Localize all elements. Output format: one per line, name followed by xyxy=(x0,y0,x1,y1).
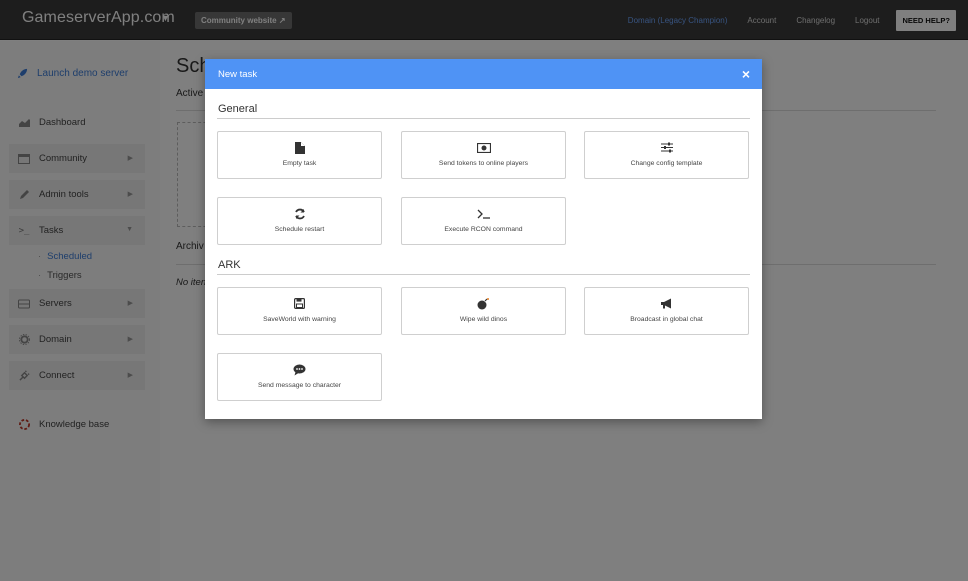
bomb-icon xyxy=(402,297,565,310)
close-icon[interactable]: × xyxy=(742,67,750,81)
task-tile-label: SaveWorld with warning xyxy=(263,316,336,323)
file-icon xyxy=(218,141,381,154)
bullhorn-icon xyxy=(585,297,748,310)
task-tile-empty[interactable]: Empty task xyxy=(217,131,382,179)
task-tile-label: Empty task xyxy=(282,160,317,167)
task-tile-saveworld[interactable]: SaveWorld with warning xyxy=(217,287,382,335)
task-tile-label: Send tokens to online players xyxy=(438,160,529,167)
terminal-icon xyxy=(402,207,565,220)
task-tile-label: Change config template xyxy=(630,160,703,167)
task-tile-label: Send message to character xyxy=(257,382,342,389)
task-tile-broadcast[interactable]: Broadcast in global chat xyxy=(584,287,749,335)
sliders-icon xyxy=(585,141,748,154)
task-tile-label: Wipe wild dinos xyxy=(459,316,508,323)
task-tile-label: Schedule restart xyxy=(274,226,325,233)
task-tile-label: Broadcast in global chat xyxy=(630,316,703,323)
comment-icon xyxy=(218,363,381,376)
task-tile-rcon[interactable]: Execute RCON command xyxy=(401,197,566,245)
section-title-general: General xyxy=(218,103,258,115)
section-divider xyxy=(217,118,750,119)
refresh-icon xyxy=(218,207,381,220)
save-icon xyxy=(218,297,381,310)
section-divider xyxy=(217,274,750,275)
task-tile-schedule-restart[interactable]: Schedule restart xyxy=(217,197,382,245)
modal-title: New task xyxy=(218,69,258,80)
task-tile-wipe-dinos[interactable]: Wipe wild dinos xyxy=(401,287,566,335)
task-tile-change-config[interactable]: Change config template xyxy=(584,131,749,179)
money-icon xyxy=(402,141,565,154)
new-task-modal: New task × General Empty task Send token… xyxy=(205,59,762,419)
task-tile-send-message[interactable]: Send message to character xyxy=(217,353,382,401)
task-tile-label: Execute RCON command xyxy=(444,226,523,233)
section-title-ark: ARK xyxy=(218,259,241,271)
task-tile-send-tokens[interactable]: Send tokens to online players xyxy=(401,131,566,179)
modal-header: New task × xyxy=(205,59,762,89)
